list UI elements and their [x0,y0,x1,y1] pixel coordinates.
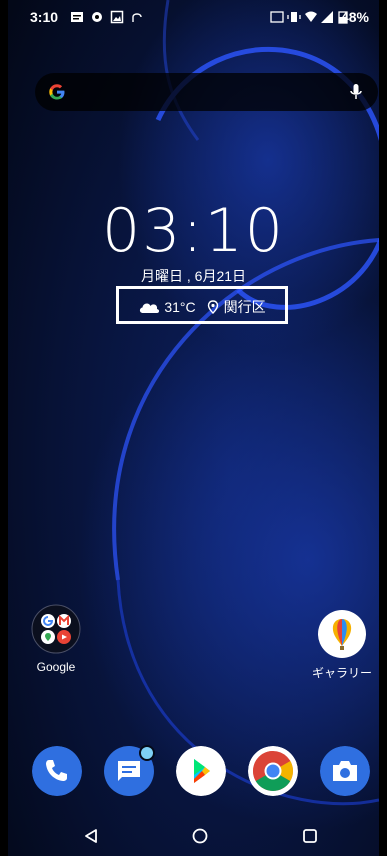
google-folder[interactable]: Google [25,604,87,674]
status-time: 3:10 [30,9,59,25]
back-icon[interactable] [82,827,100,845]
recents-icon[interactable] [301,827,319,845]
message-icon [71,12,83,22]
mic-icon[interactable] [346,82,366,102]
cell-signal-icon [321,11,333,23]
status-bar: 3:10 48% [8,0,379,34]
gallery-app[interactable]: ギャラリー [305,610,379,681]
google-g-icon [49,84,65,100]
nfc-icon [270,11,284,23]
chrome-icon[interactable] [248,746,298,796]
location-pin-icon [207,300,218,314]
weather-location: 関行区 [223,299,266,315]
clock-time[interactable]: 03:10 [8,196,379,266]
weather-temperature: 31°C [164,299,196,315]
wifi-icon [305,11,317,22]
wallpaper [8,0,379,856]
battery-percent: 48% [340,9,369,25]
clock-date[interactable]: 月曜日 , 6月21日 [8,266,379,286]
settings-gear-icon [92,12,102,22]
signal-search-icon [132,13,142,22]
notification-badge [139,745,155,761]
vibrate-icon [287,12,301,22]
messages-app[interactable] [104,745,155,796]
image-icon [110,10,124,24]
cloud-icon [140,303,160,313]
home-icon[interactable] [191,827,209,845]
google-folder-icon [31,604,81,654]
google-search-bar[interactable] [35,73,378,111]
home-screen: 3:10 48% 03:10 月曜日 , 6月21日 31°C 関行区 Goog… [8,0,379,856]
play-store-icon[interactable] [176,746,226,796]
gallery-balloon-icon [318,610,366,658]
weather-widget[interactable]: 31°C 関行区 [116,286,288,324]
phone-icon[interactable] [32,746,82,796]
app-label-gallery: ギャラリー [311,666,372,680]
app-label-google: Google [36,660,76,674]
camera-icon[interactable] [320,746,370,796]
